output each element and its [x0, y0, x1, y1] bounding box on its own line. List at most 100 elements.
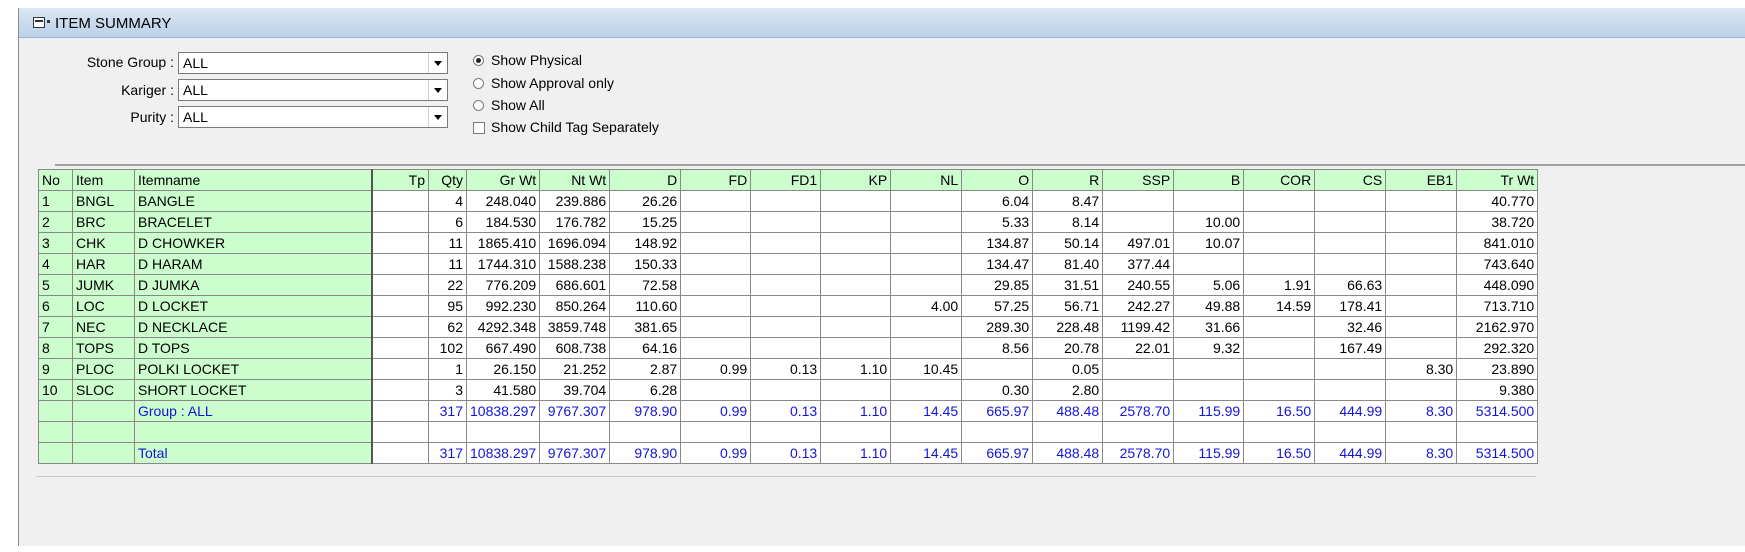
table-cell[interactable]: 22	[428, 274, 467, 296]
table-cell[interactable]	[820, 274, 892, 296]
table-cell[interactable]: 665.97	[961, 400, 1034, 422]
table-cell[interactable]: 665.97	[961, 441, 1034, 464]
table-cell[interactable]: 377.44	[1102, 253, 1175, 275]
table-cell[interactable]: 1.10	[820, 358, 892, 380]
table-cell[interactable]: 38.720	[1456, 211, 1539, 233]
column-header[interactable]: CS	[1314, 169, 1387, 191]
table-cell[interactable]	[371, 211, 429, 233]
table-cell[interactable]: 8.30	[1385, 400, 1458, 422]
column-header[interactable]: COR	[1243, 169, 1316, 191]
table-cell[interactable]: 8.30	[1385, 358, 1458, 380]
table-cell[interactable]: CHK	[72, 232, 135, 254]
table-cell[interactable]: BNGL	[72, 190, 135, 212]
table-cell[interactable]	[1385, 211, 1458, 233]
table-cell[interactable]: 95	[428, 295, 467, 317]
table-cell[interactable]: 32.46	[1314, 316, 1387, 338]
table-cell[interactable]	[1102, 421, 1175, 443]
table-cell[interactable]	[1314, 379, 1387, 401]
table-cell[interactable]: 240.55	[1102, 274, 1175, 296]
table-cell[interactable]	[1243, 337, 1316, 359]
table-row[interactable]: 3 CHK D CHOWKER 11 1865.410 1696.094 148.92 134…	[38, 232, 1539, 254]
column-header[interactable]: Gr Wt	[465, 169, 541, 191]
table-cell[interactable]	[371, 441, 429, 464]
table-row[interactable]: 2 BRC BRACELET 6 184.530 176.782 15.25 5.33 8.14…	[38, 211, 1539, 233]
table-cell[interactable]: 21.252	[539, 358, 611, 380]
item-summary-grid[interactable]: No Item Itemname Tp Qty Gr Wt Nt Wt D FD FD1 KP NL O…	[38, 169, 1539, 464]
table-cell[interactable]: 4.00	[890, 295, 963, 317]
column-header[interactable]: SSP	[1102, 169, 1175, 191]
table-cell[interactable]: 178.41	[1314, 295, 1387, 317]
table-cell[interactable]	[890, 379, 963, 401]
table-cell[interactable]: 0.13	[750, 358, 822, 380]
table-cell[interactable]	[1243, 190, 1316, 212]
table-cell[interactable]: 978.90	[609, 400, 682, 422]
table-cell[interactable]: 1744.310	[465, 253, 541, 275]
table-cell[interactable]: BRACELET	[134, 211, 373, 233]
table-cell[interactable]: 2.80	[1032, 379, 1104, 401]
table-cell[interactable]	[1385, 421, 1458, 443]
table-cell[interactable]: 11	[428, 232, 467, 254]
table-cell[interactable]: 0.13	[750, 400, 822, 422]
column-header[interactable]: KP	[820, 169, 892, 191]
table-cell[interactable]	[1456, 421, 1539, 443]
table-cell[interactable]	[1314, 232, 1387, 254]
table-cell[interactable]: 0.30	[961, 379, 1034, 401]
table-cell[interactable]: 992.230	[465, 295, 541, 317]
table-cell[interactable]: 289.30	[961, 316, 1034, 338]
table-cell[interactable]	[820, 316, 892, 338]
table-cell[interactable]	[961, 421, 1034, 443]
table-cell[interactable]	[1243, 379, 1316, 401]
table-cell[interactable]	[371, 337, 429, 359]
table-cell[interactable]: 41.580	[465, 379, 541, 401]
table-cell[interactable]: NEC	[72, 316, 135, 338]
table-cell[interactable]: 62	[428, 316, 467, 338]
table-cell[interactable]: 6	[38, 295, 73, 317]
table-cell[interactable]: 488.48	[1032, 400, 1104, 422]
table-cell[interactable]: POLKI LOCKET	[134, 358, 373, 380]
chevron-down-icon[interactable]	[428, 107, 447, 127]
table-cell[interactable]: SLOC	[72, 379, 135, 401]
table-cell[interactable]	[820, 295, 892, 317]
table-cell[interactable]: 4	[428, 190, 467, 212]
table-cell[interactable]: BANGLE	[134, 190, 373, 212]
table-cell[interactable]	[371, 232, 429, 254]
table-cell[interactable]: 14.45	[890, 441, 963, 464]
table-cell[interactable]: 5314.500	[1456, 400, 1539, 422]
table-cell[interactable]: 317	[428, 400, 467, 422]
show-child-tag-checkbox[interactable]	[473, 122, 485, 134]
table-cell[interactable]: 0.05	[1032, 358, 1104, 380]
table-cell[interactable]	[1385, 274, 1458, 296]
table-cell[interactable]	[539, 421, 611, 443]
table-cell[interactable]: 713.710	[1456, 295, 1539, 317]
table-cell[interactable]: 9.380	[1456, 379, 1539, 401]
table-cell[interactable]: BRC	[72, 211, 135, 233]
table-cell[interactable]	[38, 421, 73, 443]
table-cell[interactable]: 0.99	[680, 441, 752, 464]
table-cell[interactable]: Group : ALL	[134, 400, 373, 422]
table-cell[interactable]: 248.040	[465, 190, 541, 212]
table-cell[interactable]	[72, 441, 135, 464]
table-cell[interactable]	[371, 358, 429, 380]
table-cell[interactable]: 444.99	[1314, 400, 1387, 422]
column-header[interactable]: Tr Wt	[1456, 169, 1539, 191]
table-cell[interactable]: 1588.238	[539, 253, 611, 275]
table-cell[interactable]	[1173, 421, 1245, 443]
table-cell[interactable]: LOC	[72, 295, 135, 317]
table-cell[interactable]: 1.91	[1243, 274, 1316, 296]
table-cell[interactable]: 444.99	[1314, 441, 1387, 464]
table-row[interactable]: 1 BNGL BANGLE 4 248.040 239.886 26.26 6.04 8.47 4…	[38, 190, 1539, 212]
table-cell[interactable]: 64.16	[609, 337, 682, 359]
table-cell[interactable]	[820, 337, 892, 359]
table-cell[interactable]	[1314, 190, 1387, 212]
group-total-row[interactable]: Group : ALL 317 10838.297 9767.307 978.90 0.9…	[38, 400, 1539, 422]
table-cell[interactable]: 7	[38, 316, 73, 338]
table-cell[interactable]: 2.87	[609, 358, 682, 380]
table-cell[interactable]: 448.090	[1456, 274, 1539, 296]
table-cell[interactable]	[38, 441, 73, 464]
table-cell[interactable]	[890, 253, 963, 275]
table-cell[interactable]	[72, 400, 135, 422]
table-cell[interactable]: JUMK	[72, 274, 135, 296]
table-cell[interactable]: D NECKLACE	[134, 316, 373, 338]
table-cell[interactable]	[680, 190, 752, 212]
table-cell[interactable]: 9.32	[1173, 337, 1245, 359]
